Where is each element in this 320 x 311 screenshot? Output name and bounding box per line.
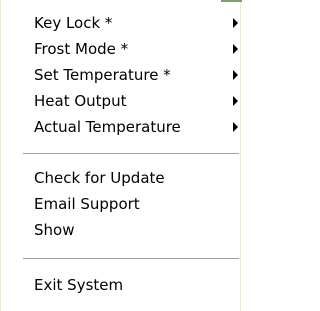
menu-item-label: Key Lock * <box>34 14 113 32</box>
menu-item-key-lock[interactable]: Key Lock * <box>1 10 242 36</box>
submenu-arrow-icon <box>233 96 238 106</box>
menu-item-heat-output[interactable]: Heat Output <box>1 88 242 114</box>
menu-item-label: Email Support <box>34 195 140 213</box>
menu-item-label: Frost Mode * <box>34 40 129 58</box>
tray-context-menu: Key Lock * Frost Mode * Set Temperature … <box>0 0 242 311</box>
menu-item-set-temperature[interactable]: Set Temperature * <box>1 62 242 88</box>
menu-item-label: Exit System <box>34 276 124 294</box>
menu-item-email-support[interactable]: Email Support <box>1 191 242 217</box>
menu-item-exit-system[interactable]: Exit System <box>1 272 242 298</box>
menu-item-label: Set Temperature * <box>34 66 171 84</box>
submenu-arrow-icon <box>233 122 238 132</box>
menu-separator <box>23 153 239 155</box>
menu-item-label: Check for Update <box>34 169 165 187</box>
menu-item-frost-mode[interactable]: Frost Mode * <box>1 36 242 62</box>
submenu-arrow-icon <box>233 70 238 80</box>
submenu-arrow-icon <box>233 18 238 28</box>
menu-item-label: Show <box>34 221 75 239</box>
menu-item-label: Actual Temperature <box>34 118 181 136</box>
menu-top-accent <box>221 0 242 2</box>
menu-separator <box>23 258 239 260</box>
menu-item-actual-temperature[interactable]: Actual Temperature <box>1 114 242 140</box>
menu-item-label: Heat Output <box>34 92 127 110</box>
menu-item-check-for-update[interactable]: Check for Update <box>1 165 242 191</box>
submenu-arrow-icon <box>233 44 238 54</box>
menu-item-show[interactable]: Show <box>1 217 242 243</box>
